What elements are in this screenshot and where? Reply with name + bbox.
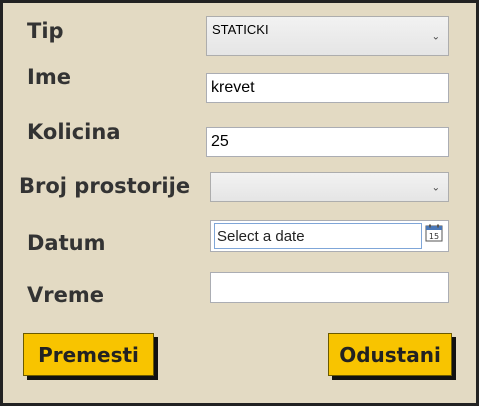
broj-prostorije-select[interactable]: ⌄ <box>210 172 449 202</box>
premesti-dialog: Tip STATICKI ⌄ Ime krevet Kolicina 25 Br… <box>0 0 479 406</box>
tip-select[interactable]: STATICKI ⌄ <box>206 16 449 56</box>
tip-label: Tip <box>27 19 64 43</box>
vreme-label: Vreme <box>27 283 104 307</box>
vreme-input[interactable] <box>210 272 449 303</box>
calendar-icon[interactable]: 15 <box>425 224 443 242</box>
ime-label: Ime <box>27 65 71 89</box>
kolicina-label: Kolicina <box>27 120 121 144</box>
odustani-button[interactable]: Odustani <box>328 333 452 376</box>
tip-select-value: STATICKI <box>212 22 269 37</box>
datum-label: Datum <box>27 231 106 255</box>
chevron-down-icon: ⌄ <box>431 31 440 43</box>
datum-picker[interactable]: Select a date 15 <box>210 220 449 252</box>
calendar-icon-day: 15 <box>429 232 439 241</box>
premesti-button[interactable]: Premesti <box>23 333 154 376</box>
kolicina-input[interactable]: 25 <box>206 127 449 157</box>
broj-prostorije-label: Broj prostorije <box>19 174 191 198</box>
ime-input[interactable]: krevet <box>206 73 449 103</box>
datum-input[interactable]: Select a date <box>214 223 422 249</box>
chevron-down-icon: ⌄ <box>431 182 440 194</box>
